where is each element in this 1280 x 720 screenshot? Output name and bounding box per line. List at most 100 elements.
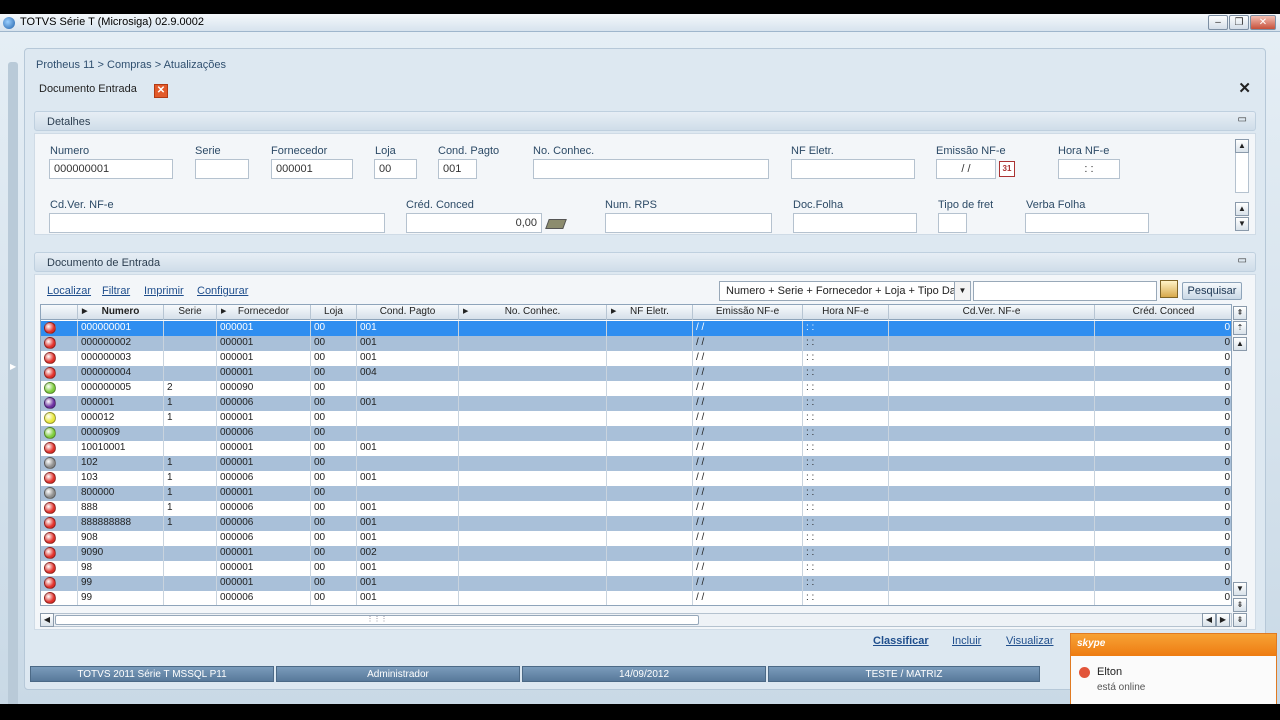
col-nf-eletr-header[interactable]: ▶ NF Eletr. — [607, 305, 693, 320]
search-index-select[interactable]: Numero + Serie + Fornecedor + Loja + Tip… — [719, 281, 971, 301]
tipo-fret-input[interactable] — [938, 213, 967, 233]
chevron-down-icon[interactable]: ▼ — [954, 282, 970, 300]
close-panel-icon[interactable]: ✕ — [1238, 79, 1251, 97]
table-row[interactable]: 000001 1 000006 00 001 / /: : 0 — [41, 396, 1231, 411]
cell-numero: 000000004 — [78, 366, 164, 381]
cell-hora: : : — [803, 351, 889, 366]
verba-folha-input[interactable] — [1025, 213, 1149, 233]
cdver-nfe-input[interactable] — [49, 213, 385, 233]
minimize-section-icon[interactable]: ▭ — [1238, 114, 1247, 125]
hora-nfe-input[interactable]: : : — [1058, 159, 1120, 179]
cell-loja: 00 — [311, 441, 357, 456]
table-row[interactable]: 000000004 000001 00 004 / /: : 0 — [41, 366, 1231, 381]
tab-close-icon[interactable]: ✕ — [154, 84, 168, 98]
table-row[interactable]: 888888888 1 000006 00 001 / /: : 0 — [41, 516, 1231, 531]
configurar-link[interactable]: Configurar — [197, 285, 248, 297]
scroll-corner-icon[interactable]: ⇟ — [1233, 613, 1247, 627]
imprimir-link[interactable]: Imprimir — [144, 285, 184, 297]
table-row[interactable]: 000012 1 000001 00 / /: : 0 — [41, 411, 1231, 426]
scroll-top-icon[interactable]: ⇞ — [1233, 306, 1247, 320]
cond-pagto-input[interactable]: 001 — [438, 159, 477, 179]
tab-documento-entrada[interactable]: Documento Entrada — [39, 83, 137, 99]
cell-emissao: / / — [693, 381, 803, 396]
table-row[interactable]: 103 1 000006 00 001 / /: : 0 — [41, 471, 1231, 486]
cell-emissao: / / — [693, 366, 803, 381]
table-row[interactable]: 908 000006 00 001 / /: : 0 — [41, 531, 1231, 546]
col-fornecedor-header[interactable]: ▶ Fornecedor — [217, 305, 311, 320]
cred-conced-input[interactable]: 0,00 — [406, 213, 542, 233]
status-cell — [41, 441, 78, 456]
money-icon[interactable] — [545, 219, 567, 229]
filtrar-link[interactable]: Filtrar — [102, 285, 130, 297]
num-rps-input[interactable] — [605, 213, 772, 233]
scroll-up-icon[interactable]: ▲ — [1233, 337, 1247, 351]
grid-horizontal-scrollbar[interactable]: ◀ ⋮⋮⋮ ◀ ▶ — [40, 613, 1232, 627]
close-window-button[interactable]: ✕ — [1250, 15, 1276, 30]
doc-folha-input[interactable] — [793, 213, 917, 233]
table-row[interactable]: 98 000001 00 001 / /: : 0 — [41, 561, 1231, 576]
pesquisar-button[interactable]: Pesquisar — [1182, 282, 1242, 300]
col-emissao-header[interactable]: Emissão NF-e — [693, 305, 803, 320]
table-row[interactable]: 000000005 2 000090 00 / /: : 0 — [41, 381, 1231, 396]
scroll-bottom-icon[interactable]: ⇟ — [1233, 598, 1247, 612]
cell-cred: 0 — [1095, 591, 1231, 605]
skype-notification[interactable]: skype Elton está online — [1070, 633, 1277, 705]
numero-input[interactable]: 000000001 — [49, 159, 173, 179]
loja-input[interactable]: 00 — [374, 159, 417, 179]
calendar-icon[interactable]: 31 — [999, 161, 1015, 177]
table-row[interactable]: 10010001 000001 00 001 / /: : 0 — [41, 441, 1231, 456]
table-row[interactable]: 99 000001 00 001 / /: : 0 — [41, 576, 1231, 591]
col-cond-pagto-header[interactable]: Cond. Pagto — [357, 305, 459, 320]
table-row[interactable]: 000000003 000001 00 001 / /: : 0 — [41, 351, 1231, 366]
scroll-left-icon[interactable]: ◀ — [1202, 613, 1216, 627]
scroll-up-icon[interactable]: ▲ — [1235, 202, 1249, 216]
scroll-right-icon[interactable]: ▶ — [1216, 613, 1230, 627]
table-row[interactable]: 102 1 000001 00 / /: : 0 — [41, 456, 1231, 471]
table-row[interactable]: 99 000006 00 001 / /: : 0 — [41, 591, 1231, 605]
table-row[interactable]: 800000 1 000001 00 / /: : 0 — [41, 486, 1231, 501]
incluir-link[interactable]: Incluir — [952, 635, 981, 647]
minimize-section-icon[interactable]: ▭ — [1238, 255, 1247, 266]
col-no-conhec-header[interactable]: ▶ No. Conhec. — [459, 305, 607, 320]
grid-vertical-scrollbar[interactable]: ⇞ ⇡ ▲ ▼ ⇟ — [1233, 304, 1249, 612]
left-side-handle[interactable] — [8, 62, 18, 712]
col-status-header[interactable] — [41, 305, 78, 320]
localizar-link[interactable]: Localizar — [47, 285, 91, 297]
fornecedor-input[interactable]: 000001 — [271, 159, 353, 179]
no-conhec-input[interactable] — [533, 159, 769, 179]
table-row[interactable]: 888 1 000006 00 001 / /: : 0 — [41, 501, 1231, 516]
expand-arrow-icon[interactable]: ▶ — [10, 362, 16, 371]
nf-eletr-input[interactable] — [791, 159, 915, 179]
restore-button[interactable]: ❐ — [1229, 15, 1249, 30]
details-scrollbar[interactable]: ▲ — [1235, 139, 1249, 193]
col-hora-header[interactable]: Hora NF-e — [803, 305, 889, 320]
search-folder-icon[interactable] — [1160, 280, 1178, 298]
col-serie-header[interactable]: Serie — [164, 305, 217, 320]
cell-fornecedor: 000001 — [217, 576, 311, 591]
classificar-link[interactable]: Classificar — [873, 635, 929, 647]
minimize-button[interactable]: – — [1208, 15, 1228, 30]
table-row[interactable]: 000000002 000001 00 001 / /: : 0 — [41, 336, 1231, 351]
status-environment: TOTVS 2011 Série T MSSQL P11 — [30, 666, 274, 682]
scroll-down-icon[interactable]: ▼ — [1235, 217, 1249, 231]
scroll-up-icon[interactable]: ▲ — [1235, 139, 1249, 153]
cell-serie: 1 — [164, 516, 217, 531]
col-cdver-header[interactable]: Cd.Ver. NF-e — [889, 305, 1095, 320]
cell-nfe — [607, 456, 693, 471]
scroll-up-icon[interactable]: ⇡ — [1233, 321, 1247, 335]
cell-loja: 00 — [311, 546, 357, 561]
scroll-left-icon[interactable]: ◀ — [40, 613, 54, 627]
col-loja-header[interactable]: Loja — [311, 305, 357, 320]
table-row[interactable]: 0000909 000006 00 / /: : 0 — [41, 426, 1231, 441]
col-numero-header[interactable]: ▶ Numero — [78, 305, 164, 320]
horizontal-scroll-thumb[interactable]: ⋮⋮⋮ — [55, 615, 699, 625]
search-input[interactable] — [973, 281, 1157, 301]
cell-numero: 888888888 — [78, 516, 164, 531]
serie-input[interactable] — [195, 159, 249, 179]
emissao-nfe-input[interactable]: / / — [936, 159, 996, 179]
table-row[interactable]: 000000001 000001 00 001 / /: : 0 — [41, 321, 1231, 336]
col-cred-header[interactable]: Créd. Conced — [1095, 305, 1231, 320]
table-row[interactable]: 9090 000001 00 002 / /: : 0 — [41, 546, 1231, 561]
scroll-down-icon[interactable]: ▼ — [1233, 582, 1247, 596]
visualizar-link[interactable]: Visualizar — [1006, 635, 1054, 647]
